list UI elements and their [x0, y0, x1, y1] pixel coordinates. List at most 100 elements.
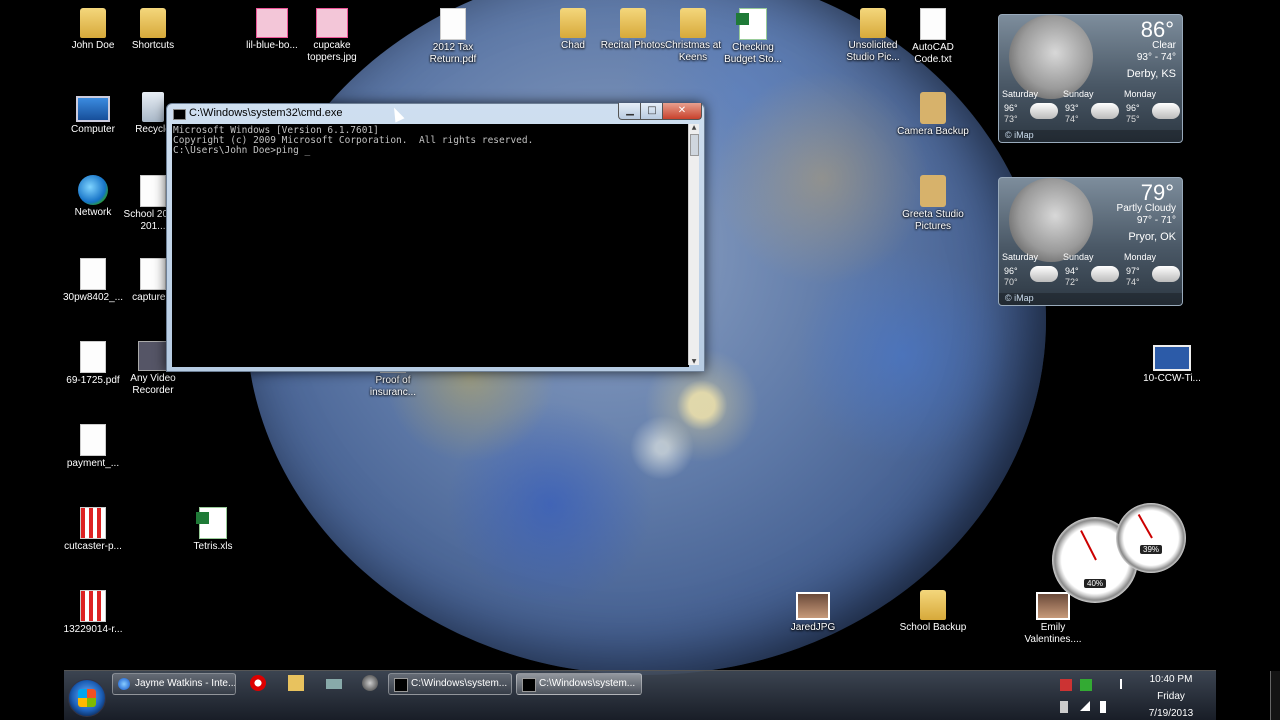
desktop-icon-checking-budget[interactable]: Checking Budget Sto... — [715, 2, 791, 80]
memory-gauge-needle — [1137, 514, 1153, 539]
forecast-low: 73° — [1004, 114, 1018, 124]
desktop-icon-shortcuts[interactable]: Shortcuts — [115, 2, 191, 80]
media-player-icon[interactable] — [362, 675, 378, 691]
cmd-icon — [173, 109, 186, 120]
close-button[interactable]: ✕ — [662, 103, 702, 120]
keyboard-icon[interactable] — [326, 679, 342, 689]
desktop-icon-label: cutcaster-p... — [64, 541, 122, 552]
desktop-icon-jaredjpg[interactable]: JaredJPG — [775, 584, 851, 662]
opera-icon[interactable] — [250, 675, 266, 691]
forecast-day: Monday 97° 74° — [1124, 252, 1182, 287]
forecast-day: Saturday 96° 70° — [1002, 252, 1062, 287]
storm-icon — [1091, 266, 1119, 282]
taskbar-button-cmd-2[interactable]: C:\Windows\system... — [516, 673, 642, 695]
city-name: Pryor, OK — [1128, 231, 1176, 243]
storm-icon — [1091, 103, 1119, 119]
desktop-icon-label: 13229014-r... — [63, 624, 123, 635]
cmd-window[interactable]: C:\Windows\system32\cmd.exe ▁ □ ✕ Micros… — [166, 103, 705, 372]
desktop-icon-13229014[interactable]: 13229014-r... — [55, 584, 131, 662]
desktop-icon-autocad-code[interactable]: AutoCAD Code.txt — [895, 2, 971, 80]
console-prompt-line: C:\Users\John Doe>ping _ — [173, 145, 311, 156]
desktop-icon-label: Camera Backup — [897, 126, 969, 137]
desktop-icon-payment[interactable]: payment_... — [55, 418, 131, 496]
desktop-icon-label: cupcake toppers.jpg — [307, 40, 357, 63]
weather-gadget-pryor[interactable]: 79° Partly Cloudy 97° - 71° Pryor, OK Sa… — [998, 177, 1183, 306]
volume-icon[interactable] — [1100, 701, 1106, 713]
document-file-icon — [140, 175, 166, 207]
forecast-high: 97° — [1126, 266, 1140, 276]
scroll-up-arrow-icon[interactable]: ▲ — [689, 124, 699, 131]
desktop-icon-label: Tetris.xls — [193, 541, 233, 552]
cpu-meter-gadget[interactable]: 40% 39% — [1052, 503, 1188, 605]
desktop-icon-tetris[interactable]: Tetris.xls — [175, 501, 251, 579]
start-button[interactable] — [68, 679, 106, 717]
video-recorder-icon — [138, 341, 168, 371]
memory-percent: 39% — [1139, 545, 1163, 554]
taskbar-button-cmd-1[interactable]: C:\Windows\system... — [388, 673, 512, 695]
desktop-icon-greeta-studio[interactable]: Greeta Studio Pictures — [895, 169, 971, 247]
cpu-gauge-needle — [1080, 530, 1097, 561]
document-file-icon — [80, 258, 106, 290]
tray-usb-icon[interactable] — [1060, 701, 1068, 713]
cmd-window-title: C:\Windows\system32\cmd.exe — [189, 107, 343, 119]
desktop-icon-cupcake-toppers[interactable]: cupcake toppers.jpg — [294, 2, 370, 80]
forecast-high: 94° — [1065, 266, 1079, 276]
minimize-button[interactable]: ▁ — [618, 103, 642, 120]
cmd-titlebar[interactable]: C:\Windows\system32\cmd.exe ▁ □ ✕ — [167, 103, 704, 123]
folder-icon — [620, 8, 646, 38]
high-low: 97° - 71° — [1136, 215, 1176, 226]
photo-file-icon — [796, 592, 830, 620]
desktop-icon-cutcaster[interactable]: cutcaster-p... — [55, 501, 131, 579]
desktop-icon-2012-tax-return[interactable]: 2012 Tax Return.pdf — [415, 2, 491, 80]
desktop-icon-label: payment_... — [66, 458, 120, 469]
forecast-low: 70° — [1004, 277, 1018, 287]
desktop-icon-label: Checking Budget Sto... — [724, 42, 782, 65]
forecast-low: 75° — [1126, 114, 1140, 124]
forecast-low: 74° — [1065, 114, 1079, 124]
clock-time: 10:40 PM — [1149, 674, 1193, 685]
cmd-console[interactable]: Microsoft Windows [Version 6.1.7601] Copy… — [172, 124, 689, 367]
desktop-icon-label: Shortcuts — [131, 40, 175, 51]
haze-icon — [1152, 103, 1180, 119]
current-condition: Clear — [1152, 40, 1176, 51]
high-low: 93° - 74° — [1136, 52, 1176, 63]
desktop-icon-label: 2012 Tax Return.pdf — [429, 42, 477, 65]
forecast-day: Saturday 96° 73° — [1002, 89, 1062, 124]
moon-icon — [1009, 15, 1093, 99]
scroll-thumb[interactable] — [690, 134, 699, 156]
show-desktop-button[interactable] — [1270, 671, 1280, 720]
weather-footer: © iMap — [999, 293, 1182, 305]
desktop-icon-label: Any Video Recorder — [130, 373, 176, 396]
storm-icon — [1030, 266, 1058, 282]
clock[interactable]: 10:40 PM Friday 7/19/2013 — [1128, 671, 1214, 720]
cmd-icon — [394, 678, 408, 692]
weather-gadget-derby[interactable]: 86° Clear 93° - 74° Derby, KS Saturday 9… — [998, 14, 1183, 143]
tray-sync-icon[interactable] — [1080, 679, 1092, 691]
desktop-icon-camera-backup[interactable]: Camera Backup — [895, 86, 971, 164]
internet-explorer-icon — [118, 678, 130, 690]
desktop-icon-label: School Backup — [899, 622, 967, 633]
excel-file-icon — [736, 8, 767, 40]
desktop-icon-label: Emily Valentines.... — [1024, 622, 1082, 645]
forecast-day: Monday 96° 75° — [1124, 89, 1182, 124]
desktop-icon-school-backup[interactable]: School Backup — [895, 584, 971, 662]
desktop-icon-label: Proof of insuranc... — [369, 375, 417, 398]
windows-logo-icon — [78, 689, 96, 707]
folder-icon — [860, 8, 886, 38]
forecast-low: 74° — [1126, 277, 1140, 287]
scroll-down-arrow-icon[interactable]: ▼ — [689, 358, 699, 365]
taskbar-button-internet-explorer[interactable]: Jayme Watkins - Inte... — [112, 673, 236, 695]
desktop-icon-label: 10-CCW-Ti... — [1143, 373, 1201, 384]
user-folder-icon — [80, 8, 106, 38]
folder-icon — [920, 92, 946, 124]
maximize-button[interactable]: □ — [640, 103, 664, 120]
cmd-scrollbar[interactable]: ▲ ▼ — [688, 124, 699, 365]
explorer-folder-icon[interactable] — [288, 675, 304, 691]
desktop-icon-10-ccw[interactable]: 10-CCW-Ti... — [1134, 335, 1210, 413]
forecast-high: 96° — [1126, 103, 1140, 113]
network-signal-icon[interactable] — [1080, 701, 1090, 711]
desktop-icon-label: AutoCAD Code.txt — [912, 42, 954, 65]
tray-app-icon[interactable] — [1060, 679, 1072, 691]
desktop-icon-label: Greeta Studio Pictures — [902, 209, 964, 232]
clock-day: Friday — [1157, 691, 1185, 702]
